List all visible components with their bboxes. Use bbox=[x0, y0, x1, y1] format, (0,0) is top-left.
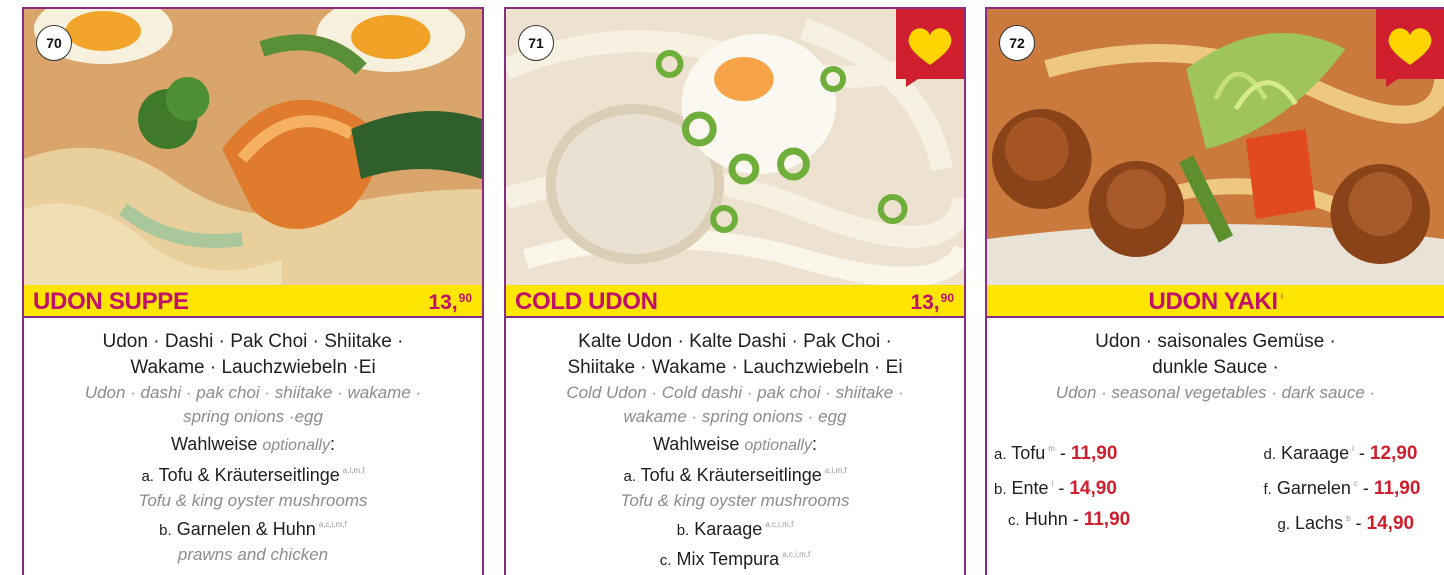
menu-card-udon-suppe[interactable]: 70 UDON SUPPE 13,90 Udon · Dashi · Pak C… bbox=[22, 7, 484, 575]
description-de-line: Udon · Dashi · Pak Choi · Shiitake · bbox=[102, 331, 404, 352]
dish-number-badge: 72 bbox=[999, 25, 1035, 61]
dish-price: 13,90 bbox=[428, 291, 472, 314]
description-de-line: Kalte Udon · Kalte Dashi · Pak Choi · bbox=[578, 331, 892, 352]
option-item[interactable]: a. Tofu m - 11,90 bbox=[987, 435, 1216, 469]
optional-label: Wahlweise optionally: bbox=[170, 434, 335, 454]
dish-number-badge: 71 bbox=[518, 25, 554, 61]
dish-photo bbox=[24, 9, 482, 285]
dish-name: UDON YAKI i bbox=[1148, 288, 1283, 315]
menu-card-udon-yaki[interactable]: 72 UDON YAKI i Udon · saisonales Gemüse ·… bbox=[985, 7, 1444, 575]
option-item[interactable]: a. Tofu & Kräuterseitlinge a,i,m,f bbox=[24, 459, 482, 489]
title-bar: UDON SUPPE 13,90 bbox=[24, 285, 482, 318]
favorite-heart-badge bbox=[896, 9, 964, 87]
description-en-line: wakame · spring onions · egg bbox=[623, 407, 847, 426]
favorite-heart-badge bbox=[1376, 9, 1444, 87]
dish-name: COLD UDON bbox=[515, 288, 658, 315]
option-item[interactable]: b. Ente i - 14,90 bbox=[987, 470, 1216, 504]
dish-description: Udon · Dashi · Pak Choi · Shiitake · Wak… bbox=[24, 329, 482, 567]
optional-label: Wahlweise optionally: bbox=[652, 434, 817, 454]
option-en: Tofu & king oyster mushrooms bbox=[620, 491, 850, 510]
dish-number-badge: 70 bbox=[36, 25, 72, 61]
option-item[interactable]: c. Huhn - 11,90 bbox=[987, 505, 1216, 539]
option-en: prawns and chicken bbox=[177, 545, 329, 564]
option-item[interactable]: f. Garnelen c - 11,90 bbox=[1216, 470, 1444, 504]
description-en-line: Cold Udon · Cold dashi · pak choi · shii… bbox=[566, 383, 904, 402]
dish-price: 13,90 bbox=[910, 291, 954, 314]
description-en-line: Udon · dashi · pak choi · shiitake · wak… bbox=[84, 383, 422, 402]
heart-icon bbox=[1376, 9, 1444, 87]
menu-card-cold-udon[interactable]: 71 COLD UDON 13,90 Kalte Udon · Kalte Da… bbox=[504, 7, 966, 575]
dish-name: UDON SUPPE bbox=[33, 288, 189, 315]
option-item[interactable]: a. Tofu & Kräuterseitlinge a,i,m,f bbox=[506, 459, 964, 489]
heart-icon bbox=[896, 9, 964, 87]
description-de-line: Udon · saisonales Gemüse · bbox=[1095, 331, 1336, 352]
dish-description: Kalte Udon · Kalte Dashi · Pak Choi · Sh… bbox=[506, 329, 964, 573]
description-de-line: Shiitake · Wakame · Lauchzwiebeln · Ei bbox=[567, 357, 903, 378]
description-en-line: spring onions ·egg bbox=[183, 407, 323, 426]
dish-description: Udon · saisonales Gemüse · dunkle Sauce … bbox=[987, 329, 1444, 405]
description-de-line: Wakame · Lauchzwiebeln ·Ei bbox=[130, 357, 376, 378]
option-item[interactable]: b. Karaage a,c,i,m,f bbox=[506, 513, 964, 543]
option-item[interactable]: d. Karaage i - 12,90 bbox=[1216, 435, 1444, 469]
title-bar: COLD UDON 13,90 bbox=[506, 285, 964, 318]
description-en-line: Udon · seasonal vegetables · dark sauce … bbox=[1055, 383, 1376, 402]
option-price-list: a. Tofu m - 11,90 d. Karaage i - 12,90 b. … bbox=[987, 435, 1444, 539]
title-bar: UDON YAKI i bbox=[987, 285, 1444, 318]
option-item[interactable]: c. Mix Tempura a,c,i,m,f bbox=[506, 543, 964, 573]
option-item[interactable]: g. Lachs b - 14,90 bbox=[1216, 505, 1444, 539]
option-en: Tofu & king oyster mushrooms bbox=[138, 491, 368, 510]
option-item[interactable]: b. Garnelen & Huhn a,c,i,m,f bbox=[24, 513, 482, 543]
description-de-line: dunkle Sauce · bbox=[1152, 357, 1279, 378]
